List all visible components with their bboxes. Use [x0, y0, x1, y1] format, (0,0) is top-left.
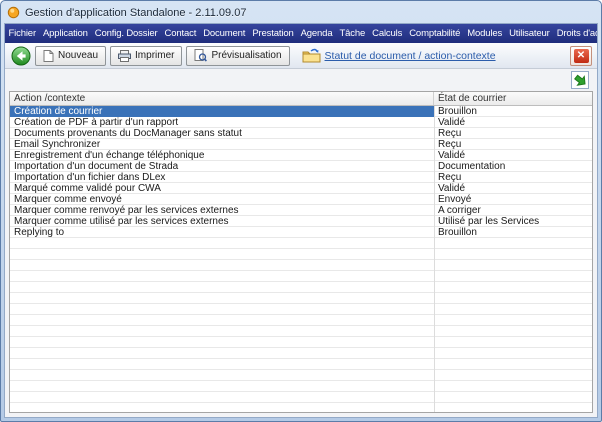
- menu-bar: Fichier Application Config. Dossier Cont…: [5, 24, 597, 43]
- menu-item[interactable]: Tâche: [336, 24, 369, 43]
- table-row[interactable]: Marqué comme validé pour CWA Validé: [10, 183, 592, 194]
- context-status-link[interactable]: Statut de document / action-contexte: [325, 50, 496, 62]
- title-bar[interactable]: Gestion d'application Standalone - 2.11.…: [1, 1, 601, 22]
- table-row[interactable]: Enregistrement d'un échange téléphonique…: [10, 150, 592, 161]
- column-header-action[interactable]: Action /contexte: [10, 92, 434, 105]
- menu-item-label: Utilisateur: [509, 28, 550, 39]
- cell-action: Replying to: [10, 227, 434, 238]
- menu-item[interactable]: Contact: [161, 24, 200, 43]
- preview-button[interactable]: Prévisualisation: [186, 46, 289, 66]
- nouveau-label: Nouveau: [58, 50, 98, 61]
- menu-item[interactable]: Modules: [464, 24, 506, 43]
- cell-action: Email Synchronizer: [10, 139, 434, 150]
- menu-item-label: Application: [43, 28, 88, 39]
- menu-item[interactable]: Calculs: [369, 24, 406, 43]
- cell-action: Importation d'un fichier dans DLex: [10, 172, 434, 183]
- cell-etat: Validé: [434, 117, 592, 128]
- cell-etat: Utilisé par les Services: [434, 216, 592, 227]
- cell-etat: Brouillon: [434, 227, 592, 238]
- toolbar: Nouveau Imprimer: [5, 43, 597, 69]
- menu-item-label: Contact: [165, 28, 197, 39]
- imprimer-button[interactable]: Imprimer: [110, 46, 182, 66]
- cell-etat: Brouillon: [434, 106, 592, 117]
- menu-item[interactable]: Document: [200, 24, 249, 43]
- grid-body: Création de courrier Brouillon Création …: [10, 106, 592, 412]
- cell-etat: Envoyé: [434, 194, 592, 205]
- cell-action: Création de courrier: [10, 106, 434, 117]
- cell-etat: A corriger: [434, 205, 592, 216]
- magnifier-page-icon: [194, 49, 207, 62]
- cell-etat: Reçu: [434, 128, 592, 139]
- table-row[interactable]: Documents provenants du DocManager sans …: [10, 128, 592, 139]
- menu-item-label: Droits d'accès: [557, 28, 597, 39]
- cell-etat: Validé: [434, 150, 592, 161]
- folder-edit-icon: [302, 48, 321, 63]
- menu-item-label: Prestation: [252, 28, 293, 39]
- client-area: Fichier Application Config. Dossier Cont…: [4, 23, 598, 418]
- app-icon: [7, 6, 20, 19]
- export-button[interactable]: [571, 71, 589, 89]
- cell-etat: Reçu: [434, 139, 592, 150]
- table-row[interactable]: Replying to Brouillon: [10, 227, 592, 238]
- cell-etat: Validé: [434, 183, 592, 194]
- menu-item[interactable]: Agenda: [297, 24, 336, 43]
- menu-item[interactable]: Comptabilité: [406, 24, 464, 43]
- window-title: Gestion d'application Standalone - 2.11.…: [25, 7, 246, 19]
- app-window: Gestion d'application Standalone - 2.11.…: [0, 0, 602, 422]
- close-icon: ✕: [574, 49, 589, 63]
- menu-item[interactable]: Fichier: [5, 24, 39, 43]
- cell-action: Marquer comme utilisé par les services e…: [10, 216, 434, 227]
- back-icon: [11, 46, 31, 66]
- close-button[interactable]: ✕: [570, 46, 592, 66]
- menu-item[interactable]: Application: [39, 24, 91, 43]
- data-grid: Action /contexte État de courrier Créati…: [9, 91, 593, 413]
- menu-item-label: Comptabilité: [409, 28, 460, 39]
- menu-item-label: Modules: [467, 28, 502, 39]
- table-row[interactable]: Importation d'un document de Strada Docu…: [10, 161, 592, 172]
- preview-label: Prévisualisation: [211, 50, 281, 61]
- green-arrow-icon: [574, 74, 587, 87]
- table-row[interactable]: Création de PDF à partir d'un rapport Va…: [10, 117, 592, 128]
- cell-action: Marquer comme envoyé: [10, 194, 434, 205]
- menu-item-label: Config. Dossier: [95, 28, 158, 39]
- table-row[interactable]: Marquer comme renvoyé par les services e…: [10, 205, 592, 216]
- content-area: Action /contexte État de courrier Créati…: [5, 69, 597, 417]
- table-row[interactable]: Marquer comme utilisé par les services e…: [10, 216, 592, 227]
- table-row[interactable]: Email Synchronizer Reçu: [10, 139, 592, 150]
- cell-action: Marqué comme validé pour CWA: [10, 183, 434, 194]
- menu-item-label: Fichier: [9, 28, 36, 39]
- cell-action: Documents provenants du DocManager sans …: [10, 128, 434, 139]
- cell-action: Marquer comme renvoyé par les services e…: [10, 205, 434, 216]
- nouveau-button[interactable]: Nouveau: [35, 46, 106, 66]
- imprimer-label: Imprimer: [135, 50, 174, 61]
- cell-action: Création de PDF à partir d'un rapport: [10, 117, 434, 128]
- menu-item-label: Calculs: [372, 28, 402, 39]
- menu-item[interactable]: Config. Dossier: [91, 24, 161, 43]
- cell-action: Importation d'un document de Strada: [10, 161, 434, 172]
- table-row[interactable]: Importation d'un fichier dans DLex Reçu: [10, 172, 592, 183]
- menu-item[interactable]: Prestation: [249, 24, 297, 43]
- cell-etat: Reçu: [434, 172, 592, 183]
- menu-item[interactable]: Utilisateur: [506, 24, 554, 43]
- table-row[interactable]: Création de courrier Brouillon: [10, 106, 592, 117]
- column-header-etat[interactable]: État de courrier: [434, 92, 592, 105]
- new-document-icon: [43, 50, 54, 62]
- menu-item-label: Agenda: [301, 28, 333, 39]
- back-button[interactable]: [10, 45, 31, 66]
- menu-item[interactable]: Droits d'accès: [553, 24, 597, 43]
- printer-icon: [118, 50, 131, 62]
- menu-item-label: Tâche: [339, 28, 365, 39]
- cell-etat: Documentation: [434, 161, 592, 172]
- grid-header: Action /contexte État de courrier: [10, 92, 592, 106]
- menu-item-label: Document: [203, 28, 245, 39]
- cell-action: Enregistrement d'un échange téléphonique: [10, 150, 434, 161]
- table-row[interactable]: Marquer comme envoyé Envoyé: [10, 194, 592, 205]
